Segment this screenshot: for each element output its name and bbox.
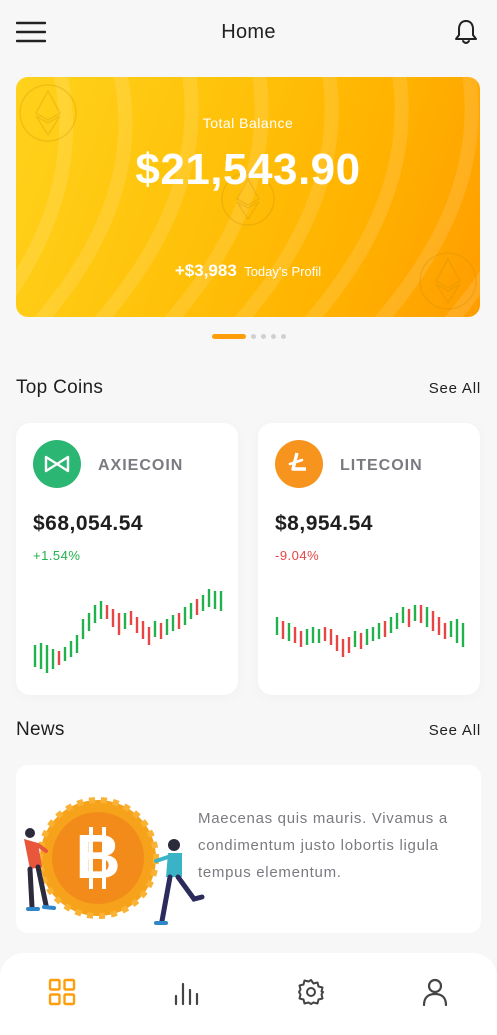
coin-change: +1.54%: [33, 548, 81, 563]
total-balance-amount: $21,543.90: [135, 145, 361, 194]
coin-price: $8,954.54: [275, 512, 373, 535]
balance-card-pattern: [16, 77, 480, 317]
coin-name: LITECOIN: [340, 457, 423, 474]
top-coins-title: Top Coins: [16, 377, 104, 398]
nav-settings-gear-icon[interactable]: [281, 967, 341, 1017]
notification-bell-icon[interactable]: [451, 17, 481, 47]
news-header: News See All: [16, 719, 481, 741]
nav-chart-icon[interactable]: [156, 967, 216, 1017]
bitcoin-illustration: B: [24, 797, 205, 925]
news-see-all-link[interactable]: See All: [429, 722, 481, 739]
bottom-navigation: [0, 953, 497, 1035]
carousel-dot[interactable]: [280, 334, 286, 339]
coin-sparkline-axiecoin: [33, 589, 223, 673]
menu-icon[interactable]: [16, 17, 46, 47]
carousel-indicator: [0, 334, 497, 339]
news-item-text: Maecenas quis mauris. Vivamus a condimen…: [198, 810, 448, 881]
coin-price: $68,054.54: [33, 512, 144, 535]
page-title: Home: [221, 20, 276, 43]
top-coins-header: Top Coins See All: [16, 377, 481, 399]
carousel-dot[interactable]: [250, 334, 256, 339]
coin-sparkline-litecoin: [275, 605, 465, 657]
total-balance-label: Total Balance: [202, 115, 294, 131]
coin-change: -9.04%: [275, 548, 320, 563]
carousel-dot-active[interactable]: [211, 334, 246, 339]
app-header: Home: [0, 0, 497, 64]
profit-value: +$3,983: [174, 261, 237, 280]
litecoin-icon: [275, 440, 323, 488]
nav-profile-icon[interactable]: [405, 967, 465, 1017]
profit-label: Today's Profil: [244, 264, 322, 279]
axie-icon: [33, 440, 81, 488]
coin-card-litecoin[interactable]: LITECOIN $8,954.54 -9.04%: [258, 423, 480, 695]
todays-profit: +$3,983 Today's Profil: [16, 261, 480, 281]
svg-text:B: B: [76, 823, 121, 892]
coin-name: AXIECOIN: [98, 457, 184, 474]
carousel-dot[interactable]: [270, 334, 276, 339]
carousel-dot[interactable]: [260, 334, 266, 339]
balance-card[interactable]: Total Balance $21,543.90 +$3,983 Today's…: [16, 77, 480, 317]
news-title: News: [16, 719, 65, 740]
news-card[interactable]: B Maecenas quis mauris. Vivamus a condim…: [16, 765, 481, 933]
top-coins-see-all-link[interactable]: See All: [429, 380, 481, 397]
coin-card-axiecoin[interactable]: AXIECOIN $68,054.54 +1.54%: [16, 423, 238, 695]
nav-home-grid-icon[interactable]: [32, 967, 92, 1017]
